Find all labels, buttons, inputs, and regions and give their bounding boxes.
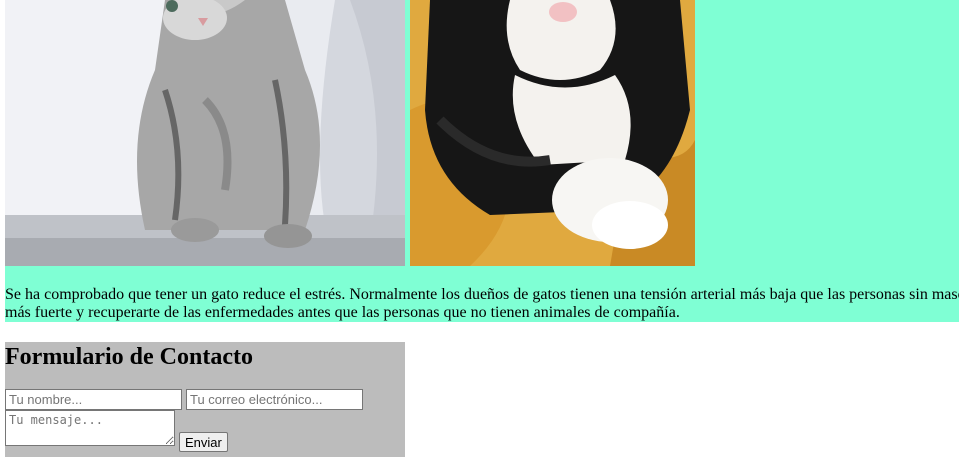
name-input[interactable]	[5, 389, 182, 410]
send-button[interactable]: Enviar	[179, 432, 228, 452]
cat-benefits-line-1: Se ha comprobado que tener un gato reduc…	[5, 286, 959, 303]
contact-form-title: Formulario de Contacto	[5, 344, 253, 370]
gray-kitten-photo	[5, 0, 405, 266]
cat-benefits-paragraph: Se ha comprobado que tener un gato reduc…	[5, 286, 959, 322]
message-textarea[interactable]	[5, 410, 175, 446]
email-input[interactable]	[186, 389, 363, 410]
contact-form: Formulario de Contacto Enviar	[5, 342, 405, 457]
cat-benefits-line-2: más fuerte y recuperarte de las enfermed…	[5, 304, 680, 321]
black-and-white-cat-photo	[410, 0, 695, 266]
